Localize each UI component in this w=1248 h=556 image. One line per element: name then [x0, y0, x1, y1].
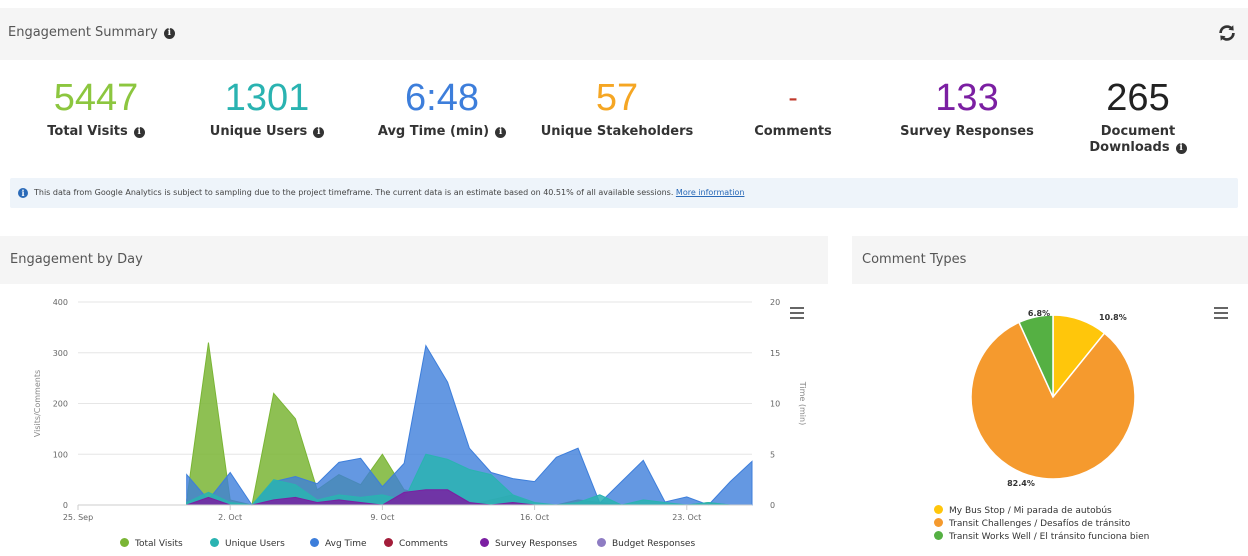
pie-data-label: 10.8%: [1099, 313, 1127, 322]
legend-swatch: [934, 531, 943, 540]
y-tick-label: 100: [53, 450, 68, 459]
summary-title: Engagement Summary i: [8, 25, 175, 40]
metric-value: 265: [1106, 77, 1170, 119]
metric-label: Unique Stakeholders: [540, 124, 694, 139]
metric-value: 133: [935, 77, 999, 119]
legend-label: Transit Challenges / Desafíos de tránsit…: [949, 519, 1131, 529]
y2-axis-label: Time (min): [798, 381, 807, 425]
pie-data-label: 82.4%: [1007, 479, 1035, 488]
legend-swatch: [210, 538, 219, 547]
legend-item-unique-users[interactable]: Unique Users: [210, 538, 285, 549]
info-icon[interactable]: i: [1175, 143, 1187, 154]
legend-swatch: [480, 538, 489, 547]
metric-document-downloads: 265 Document Downloads i: [1058, 74, 1218, 156]
legend-swatch: [934, 505, 943, 514]
metric-label: Comments: [754, 124, 832, 139]
y2-tick-label: 15: [770, 349, 780, 358]
comment-types-chart: 10.8% 82.4% 6.8%: [970, 309, 1136, 488]
panel-title: Comment Types: [862, 252, 967, 267]
metric-unique-stakeholders: 57 Unique Stakeholders: [537, 74, 697, 140]
info-icon[interactable]: i: [495, 127, 507, 138]
y-tick-label: 300: [53, 349, 68, 358]
metric-unique-users: 1301 Unique Users i: [187, 74, 347, 140]
legend-item-comments[interactable]: Comments: [384, 538, 448, 549]
y-tick-label: 400: [53, 298, 68, 307]
chart-menu-icon[interactable]: [790, 307, 804, 319]
metric-label: Total Visits i: [16, 124, 176, 140]
legend-label: Avg Time: [325, 539, 367, 549]
legend-swatch: [384, 538, 393, 547]
legend-label: Budget Responses: [612, 539, 696, 549]
x-tick-label: 2. Oct: [218, 513, 242, 522]
x-tick-label: 9. Oct: [370, 513, 394, 522]
sampling-notice: i This data from Google Analytics is subj…: [10, 178, 1238, 208]
legend-swatch: [120, 538, 129, 547]
engagement-by-day-chart: 0 100 200 300 400 0 5 10 15 20 25. Sep 2. Oct 9. Oct…: [33, 298, 807, 522]
info-icon[interactable]: i: [313, 127, 325, 138]
comment-types-header: Comment Types: [852, 236, 1248, 284]
legend-item[interactable]: Transit Challenges / Desafíos de tránsit…: [934, 518, 1130, 529]
pie-data-label: 6.8%: [1028, 309, 1050, 318]
x-tick-label: 25. Sep: [63, 513, 93, 522]
metric-label: Unique Users i: [187, 124, 347, 140]
legend-swatch: [934, 518, 943, 527]
metric-avg-time: 6:48 Avg Time (min) i: [362, 74, 522, 140]
metric-value: 6:48: [405, 77, 479, 119]
x-tick-label: 16. Oct: [520, 513, 549, 522]
legend-label: Survey Responses: [495, 539, 578, 549]
info-icon: i: [18, 188, 28, 198]
legend-item[interactable]: My Bus Stop / Mi parada de autobús: [934, 505, 1112, 516]
metric-comments: - Comments: [713, 74, 873, 140]
metric-label: Avg Time (min) i: [362, 124, 522, 140]
engagement-by-day-header: Engagement by Day: [0, 236, 828, 284]
info-icon[interactable]: i: [163, 28, 175, 39]
metric-label: Document Downloads i: [1058, 124, 1218, 156]
legend-label: My Bus Stop / Mi parada de autobús: [949, 506, 1112, 516]
metric-value: 5447: [53, 77, 139, 119]
legend-item-total-visits[interactable]: Total Visits: [120, 538, 183, 549]
y2-tick-label: 20: [770, 298, 780, 307]
y2-tick-label: 0: [770, 501, 775, 510]
legend-label: Transit Works Well / El tránsito funcion…: [949, 532, 1150, 542]
legend-item-survey-responses[interactable]: Survey Responses: [480, 538, 577, 549]
legend-label: Comments: [399, 539, 448, 549]
metric-survey-responses: 133 Survey Responses: [887, 74, 1047, 140]
y-axis-label: Visits/Comments: [33, 370, 42, 437]
y2-tick-label: 10: [770, 400, 780, 409]
legend-label: Total Visits: [135, 539, 183, 549]
refresh-icon[interactable]: [1216, 22, 1238, 44]
legend-item-budget-responses[interactable]: Budget Responses: [597, 538, 695, 549]
metric-value: -: [788, 82, 798, 113]
metrics-row: 5447 Total Visits i 1301 Unique Users i 6:…: [0, 74, 1248, 170]
legend-swatch: [310, 538, 319, 547]
metric-value: 57: [595, 77, 639, 119]
more-information-link[interactable]: More information: [676, 188, 745, 197]
legend-item[interactable]: Transit Works Well / El tránsito funcion…: [934, 531, 1149, 542]
engagement-legend: Total Visits Unique Users Avg Time Comments…: [0, 538, 840, 552]
legend-swatch: [597, 538, 606, 547]
comment-types-legend: My Bus Stop / Mi parada de autobús Transi…: [934, 505, 1234, 553]
x-tick-label: 23. Oct: [672, 513, 701, 522]
legend-item-avg-time[interactable]: Avg Time: [310, 538, 367, 549]
metric-label: Survey Responses: [900, 124, 1034, 139]
metric-total-visits: 5447 Total Visits i: [16, 74, 176, 140]
metric-value: 1301: [224, 77, 310, 119]
y2-tick-label: 5: [770, 450, 775, 459]
legend-label: Unique Users: [225, 539, 285, 549]
panel-title: Engagement by Day: [10, 252, 143, 267]
y-tick-label: 0: [63, 501, 68, 510]
info-icon[interactable]: i: [133, 127, 145, 138]
y-tick-label: 200: [53, 400, 68, 409]
engagement-summary-header: Engagement Summary i: [0, 8, 1248, 60]
